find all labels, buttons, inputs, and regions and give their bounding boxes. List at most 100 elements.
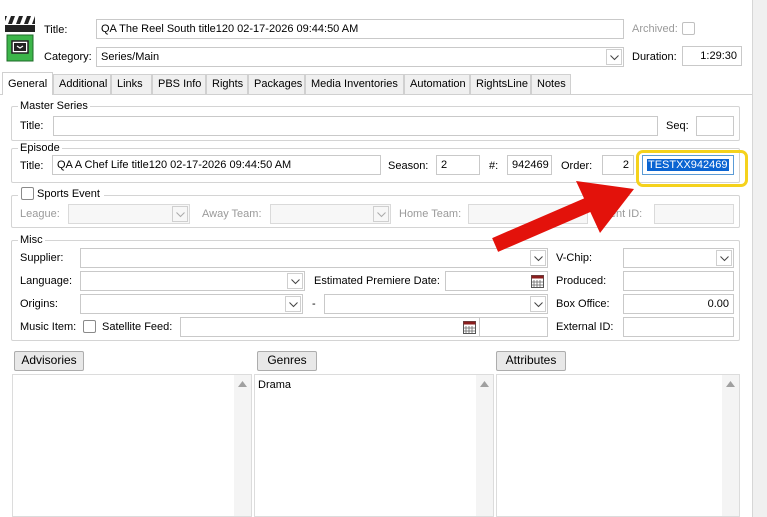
- episode-title-field[interactable]: QA A Chef Life title120 02-17-2026 09:44…: [52, 155, 381, 175]
- window-scroll-arrow[interactable]: [753, 95, 766, 107]
- genres-button[interactable]: Genres: [257, 351, 317, 371]
- title-label: Title:: [44, 24, 68, 36]
- premiere-date-field[interactable]: [445, 271, 548, 291]
- advisories-scrollbar[interactable]: [234, 375, 251, 516]
- away-team-select[interactable]: [270, 204, 391, 224]
- attributes-button[interactable]: Attributes: [496, 351, 566, 371]
- title-field[interactable]: QA The Reel South title120 02-17-2026 09…: [96, 19, 624, 39]
- tab-general[interactable]: General: [2, 72, 53, 95]
- away-team-label: Away Team:: [202, 208, 262, 220]
- box-office-value: 0.00: [707, 298, 729, 310]
- annotation-arrow-icon: [492, 181, 634, 252]
- category-value: Series/Main: [101, 51, 160, 63]
- box-office-label: Box Office:: [556, 298, 610, 310]
- tab-strip-baseline: [0, 94, 752, 95]
- archived-label: Archived:: [632, 23, 678, 35]
- origins-dropdown-button[interactable]: [285, 296, 301, 312]
- supplier-label: Supplier:: [20, 252, 64, 264]
- seq-label: Seq:: [666, 120, 689, 132]
- league-label: League:: [20, 208, 60, 220]
- chevron-down-icon: [534, 302, 543, 308]
- chevron-down-icon: [289, 302, 298, 308]
- category-label: Category:: [44, 51, 92, 63]
- premiere-date-label: Estimated Premiere Date:: [314, 275, 440, 287]
- master-series-group-title: Master Series: [18, 100, 90, 113]
- chevron-down-icon: [176, 212, 185, 218]
- origins-secondary-select[interactable]: [324, 294, 548, 314]
- season-label: Season:: [388, 160, 429, 172]
- produced-field[interactable]: [623, 271, 734, 291]
- scroll-up-icon[interactable]: [480, 381, 489, 387]
- tab-rightsline[interactable]: RightsLine: [470, 74, 531, 94]
- episode-code-field[interactable]: TESTXX942469: [642, 155, 734, 175]
- episode-title-value: QA A Chef Life title120 02-17-2026 09:44…: [57, 159, 292, 171]
- attributes-scrollbar[interactable]: [722, 375, 739, 516]
- satellite-feed-extra-field[interactable]: [480, 317, 548, 337]
- origins-label: Origins:: [20, 298, 58, 310]
- category-select[interactable]: Series/Main: [96, 47, 624, 67]
- tab-notes[interactable]: Notes: [531, 74, 571, 94]
- scroll-up-icon[interactable]: [726, 381, 735, 387]
- tab-rights[interactable]: Rights: [206, 74, 248, 94]
- external-id-label: External ID:: [556, 321, 614, 333]
- language-select[interactable]: [80, 271, 305, 291]
- tab-additional[interactable]: Additional: [53, 74, 111, 94]
- genres-scrollbar[interactable]: [476, 375, 493, 516]
- episode-number-field[interactable]: 942469: [507, 155, 552, 175]
- chevron-down-icon: [720, 256, 729, 262]
- seq-field[interactable]: [696, 116, 734, 136]
- scroll-up-icon[interactable]: [238, 381, 247, 387]
- order-value: 2: [622, 159, 629, 171]
- league-select[interactable]: [68, 204, 190, 224]
- episode-code-value: TESTXX942469: [647, 159, 729, 171]
- event-id-field[interactable]: [654, 204, 734, 224]
- home-team-label: Home Team:: [399, 208, 462, 220]
- tab-pbs-info[interactable]: PBS Info: [152, 74, 206, 94]
- duration-field[interactable]: 1:29:30: [682, 46, 742, 66]
- calendar-icon[interactable]: [531, 275, 544, 288]
- title-field-value: QA The Reel South title120 02-17-2026 09…: [101, 23, 359, 35]
- sports-event-checkbox[interactable]: [21, 187, 34, 200]
- supplier-select[interactable]: [80, 248, 548, 268]
- window-edge: [752, 0, 767, 517]
- duration-value: 1:29:30: [700, 50, 737, 62]
- league-dropdown-button[interactable]: [172, 206, 188, 222]
- master-title-label: Title:: [20, 120, 44, 132]
- season-value: 2: [441, 159, 448, 171]
- origins-secondary-dropdown-button[interactable]: [530, 296, 546, 312]
- master-title-field[interactable]: [53, 116, 658, 136]
- external-id-field[interactable]: [623, 317, 734, 337]
- tab-packages[interactable]: Packages: [248, 74, 305, 94]
- season-field[interactable]: 2: [436, 155, 480, 175]
- produced-label: Produced:: [556, 275, 607, 287]
- episode-group-title: Episode: [18, 142, 62, 155]
- order-field[interactable]: 2: [602, 155, 634, 175]
- calendar-icon[interactable]: [463, 321, 476, 334]
- away-team-dropdown-button[interactable]: [373, 206, 389, 222]
- episode-title-label: Title:: [20, 160, 44, 172]
- archived-checkbox[interactable]: [682, 22, 695, 35]
- tab-media-inventories[interactable]: Media Inventories: [305, 74, 404, 94]
- clapperboard-tv-icon: [4, 14, 36, 62]
- attributes-list[interactable]: [496, 374, 740, 517]
- language-dropdown-button[interactable]: [287, 273, 303, 289]
- category-dropdown-button[interactable]: [606, 49, 622, 65]
- box-office-field[interactable]: 0.00: [623, 294, 734, 314]
- advisories-button[interactable]: Advisories: [14, 351, 84, 371]
- genre-item[interactable]: Drama: [258, 378, 291, 392]
- music-item-checkbox[interactable]: [83, 320, 96, 333]
- duration-label: Duration:: [632, 51, 677, 63]
- advisories-list[interactable]: [12, 374, 252, 517]
- chevron-down-icon: [534, 256, 543, 262]
- genres-list[interactable]: Drama: [254, 374, 494, 517]
- tab-automation[interactable]: Automation: [404, 74, 470, 94]
- tab-links[interactable]: Links: [111, 74, 152, 94]
- chevron-down-icon: [291, 279, 300, 285]
- vchip-dropdown-button[interactable]: [716, 250, 732, 266]
- satellite-feed-label: Satellite Feed:: [102, 321, 173, 333]
- origins-select[interactable]: [80, 294, 303, 314]
- order-label: Order:: [561, 160, 593, 172]
- episode-number-label: #:: [489, 160, 499, 172]
- satellite-feed-field[interactable]: [180, 317, 480, 337]
- sports-event-label: Sports Event: [37, 188, 100, 200]
